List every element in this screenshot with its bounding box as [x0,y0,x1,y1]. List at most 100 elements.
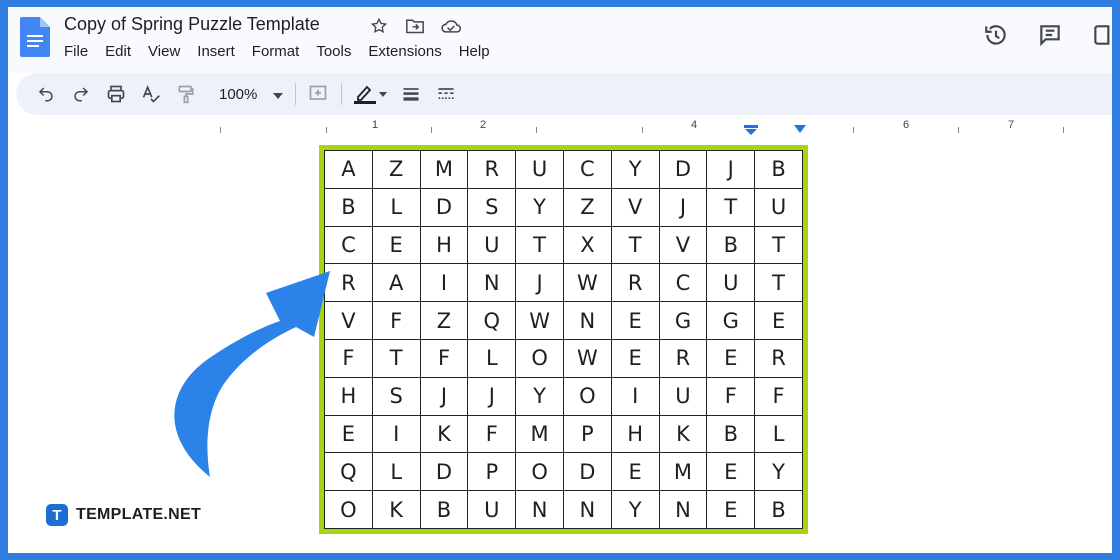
puzzle-cell[interactable]: F [467,414,517,454]
puzzle-cell[interactable]: G [706,301,756,340]
zoom-select[interactable]: 100% [219,86,284,103]
puzzle-cell[interactable]: U [467,225,517,265]
puzzle-cell[interactable]: O [324,490,373,529]
puzzle-cell[interactable]: T [706,187,756,227]
puzzle-cell[interactable]: N [658,490,708,529]
puzzle-cell[interactable]: U [658,376,708,416]
add-comment-icon[interactable] [306,82,330,106]
puzzle-cell[interactable]: G [658,301,708,340]
menu-format[interactable]: Format [252,43,309,60]
puzzle-cell[interactable]: Y [754,452,803,492]
version-history-icon[interactable] [982,21,1010,49]
puzzle-cell[interactable]: C [324,225,373,265]
menu-edit[interactable]: Edit [105,43,140,60]
menu-tools[interactable]: Tools [316,43,360,60]
meet-icon[interactable] [1090,21,1112,49]
puzzle-cell[interactable]: A [371,263,421,303]
puzzle-cell[interactable]: Z [562,187,612,227]
puzzle-cell[interactable]: U [754,187,803,227]
puzzle-cell[interactable]: Y [515,187,564,227]
puzzle-cell[interactable]: D [419,187,469,227]
puzzle-cell[interactable]: N [515,490,564,529]
puzzle-cell[interactable]: C [658,263,708,303]
menu-view[interactable]: View [148,43,189,60]
spellcheck-icon[interactable] [139,82,163,106]
puzzle-cell[interactable]: T [754,263,803,303]
puzzle-cell[interactable]: V [610,187,660,227]
puzzle-cell[interactable]: L [754,414,803,454]
puzzle-cell[interactable]: P [562,414,612,454]
puzzle-cell[interactable]: W [515,301,564,340]
puzzle-cell[interactable]: T [371,338,421,378]
puzzle-cell[interactable]: C [562,150,612,189]
puzzle-cell[interactable]: U [515,150,564,189]
puzzle-cell[interactable]: B [324,187,373,227]
puzzle-cell[interactable]: T [515,225,564,265]
puzzle-cell[interactable]: Y [515,376,564,416]
menu-insert[interactable]: Insert [197,43,244,60]
border-width-icon[interactable] [399,82,423,106]
puzzle-cell[interactable]: M [515,414,564,454]
puzzle-cell[interactable]: K [658,414,708,454]
horizontal-ruler[interactable]: 1 2 4 6 7 [8,115,1112,135]
puzzle-cell[interactable]: E [610,301,660,340]
puzzle-cell[interactable]: S [467,187,517,227]
puzzle-cell[interactable]: A [324,150,373,189]
puzzle-cell[interactable]: T [610,225,660,265]
puzzle-cell[interactable]: E [610,452,660,492]
puzzle-cell[interactable]: B [706,225,756,265]
puzzle-cell[interactable]: R [467,150,517,189]
puzzle-cell[interactable]: K [419,414,469,454]
puzzle-cell[interactable]: E [706,490,756,529]
puzzle-cell[interactable]: N [562,490,612,529]
puzzle-cell[interactable]: K [371,490,421,529]
move-folder-icon[interactable] [404,15,426,37]
puzzle-cell[interactable]: E [754,301,803,340]
puzzle-cell[interactable]: O [515,452,564,492]
puzzle-cell[interactable]: W [562,338,612,378]
puzzle-cell[interactable]: D [658,150,708,189]
star-icon[interactable] [368,15,390,37]
puzzle-cell[interactable]: U [706,263,756,303]
menu-extensions[interactable]: Extensions [368,43,450,60]
puzzle-cell[interactable]: M [419,150,469,189]
puzzle-cell[interactable]: W [562,263,612,303]
puzzle-cell[interactable]: M [658,452,708,492]
puzzle-cell[interactable]: T [754,225,803,265]
puzzle-cell[interactable]: J [467,376,517,416]
puzzle-cell[interactable]: I [371,414,421,454]
puzzle-cell[interactable]: N [467,263,517,303]
puzzle-cell[interactable]: P [467,452,517,492]
puzzle-cell[interactable]: H [419,225,469,265]
puzzle-cell[interactable]: L [467,338,517,378]
puzzle-cell[interactable]: H [610,414,660,454]
puzzle-cell[interactable]: D [419,452,469,492]
puzzle-cell[interactable]: J [419,376,469,416]
puzzle-cell[interactable]: I [419,263,469,303]
puzzle-cell[interactable]: L [371,452,421,492]
puzzle-cell[interactable]: B [706,414,756,454]
border-dash-icon[interactable] [434,82,458,106]
docs-logo-icon[interactable] [20,17,50,57]
puzzle-cell[interactable]: E [706,452,756,492]
puzzle-table[interactable]: AZMRUCYDJBBLDSYZVJTUCEHUTXTVBTRAINJWRCUT… [324,150,803,529]
menu-file[interactable]: File [64,43,97,60]
puzzle-cell[interactable]: S [371,376,421,416]
puzzle-cell[interactable]: N [562,301,612,340]
puzzle-cell[interactable]: L [371,187,421,227]
puzzle-cell[interactable]: E [706,338,756,378]
puzzle-cell[interactable]: F [706,376,756,416]
puzzle-cell[interactable]: I [610,376,660,416]
puzzle-cell[interactable]: R [658,338,708,378]
puzzle-cell[interactable]: J [658,187,708,227]
document-title[interactable]: Copy of Spring Puzzle Template [64,14,320,35]
puzzle-cell[interactable]: D [562,452,612,492]
puzzle-cell[interactable]: E [371,225,421,265]
puzzle-cell[interactable]: J [706,150,756,189]
puzzle-cell[interactable]: R [754,338,803,378]
word-search-grid[interactable]: AZMRUCYDJBBLDSYZVJTUCEHUTXTVBTRAINJWRCUT… [319,145,808,534]
puzzle-cell[interactable]: O [515,338,564,378]
puzzle-cell[interactable]: F [419,338,469,378]
redo-icon[interactable] [69,82,93,106]
puzzle-cell[interactable]: J [515,263,564,303]
